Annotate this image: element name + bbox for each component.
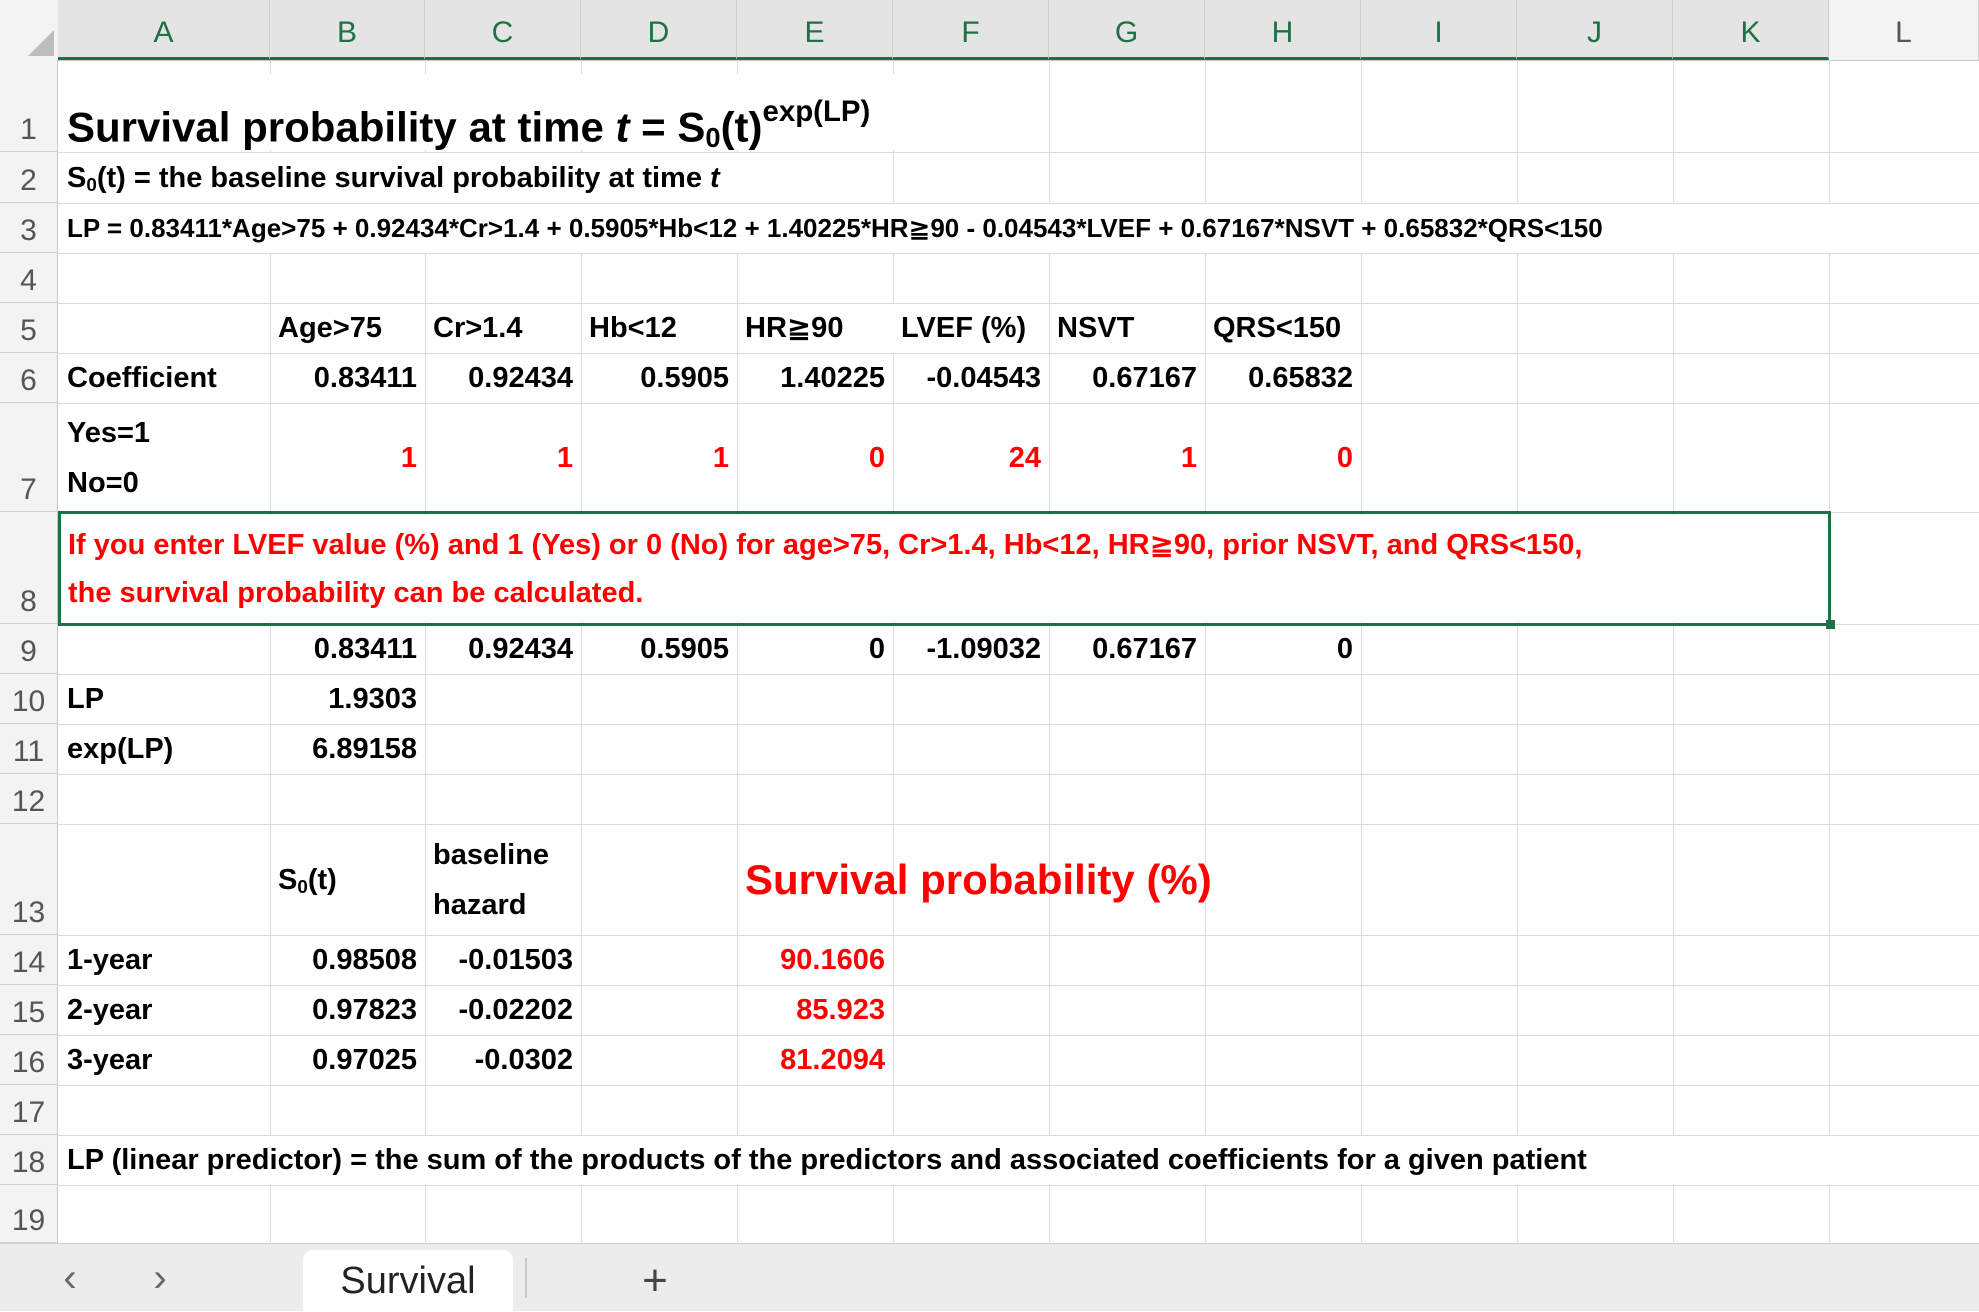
product-lvef[interactable]: -1.09032 <box>893 625 1049 674</box>
row-header-13[interactable]: 13 <box>0 824 58 935</box>
row-header-8[interactable]: 8 <box>0 512 58 624</box>
survival-value-2[interactable]: 85.923 <box>737 986 893 1035</box>
product-qrs[interactable]: 0 <box>1205 625 1361 674</box>
input-qrs[interactable]: 0 <box>1205 404 1361 512</box>
select-all-corner[interactable] <box>0 0 59 60</box>
header-qrs[interactable]: QRS<150 <box>1205 304 1361 353</box>
row-header-2[interactable]: 2 <box>0 152 58 203</box>
fill-handle[interactable] <box>1826 620 1835 629</box>
row-header-1[interactable]: 1 <box>0 60 58 152</box>
s0-value-3[interactable]: 0.97025 <box>270 1036 425 1085</box>
row-header-18[interactable]: 18 <box>0 1135 58 1185</box>
row-header-14[interactable]: 14 <box>0 935 58 985</box>
row-header-9[interactable]: 9 <box>0 624 58 674</box>
tab-divider <box>525 1258 527 1298</box>
lp-definition[interactable]: LP (linear predictor) = the sum of the p… <box>59 1136 1839 1185</box>
header-lvef[interactable]: LVEF (%) <box>893 304 1049 353</box>
coefficient-hr[interactable]: 1.40225 <box>737 354 893 403</box>
header-cr[interactable]: Cr>1.4 <box>425 304 581 353</box>
row-header-3[interactable]: 3 <box>0 203 58 253</box>
exp-lp-value[interactable]: 6.89158 <box>270 725 425 774</box>
no-label: No=0 <box>67 467 139 499</box>
survival-probability-header[interactable]: Survival probability (%) <box>737 825 1257 935</box>
survival-value-3[interactable]: 81.2094 <box>737 1036 893 1085</box>
column-header-f[interactable]: F <box>893 0 1049 60</box>
baseline-hazard-header[interactable]: baseline hazard <box>425 830 581 930</box>
column-header-i[interactable]: I <box>1361 0 1517 60</box>
next-sheet-button[interactable]: › <box>140 1258 180 1298</box>
lp-label[interactable]: LP <box>59 675 270 724</box>
column-header-c[interactable]: C <box>425 0 581 60</box>
hazard-value-2[interactable]: -0.02202 <box>425 986 581 1035</box>
lp-value[interactable]: 1.9303 <box>270 675 425 724</box>
sheet-tab-survival[interactable]: Survival <box>303 1250 513 1311</box>
column-header-d[interactable]: D <box>581 0 737 60</box>
column-header-a[interactable]: A <box>58 0 270 60</box>
survival-value-1[interactable]: 90.1606 <box>737 936 893 985</box>
selection-border <box>58 511 1831 626</box>
row-header-12[interactable]: 12 <box>0 774 58 824</box>
header-hr[interactable]: HR≧90 <box>737 304 893 353</box>
input-cr[interactable]: 1 <box>425 404 581 512</box>
s0-value-1[interactable]: 0.98508 <box>270 936 425 985</box>
lp-formula[interactable]: LP = 0.83411*Age>75 + 0.92434*Cr>1.4 + 0… <box>59 204 1839 253</box>
exp-lp-label[interactable]: exp(LP) <box>59 725 270 774</box>
input-hb[interactable]: 1 <box>581 404 737 512</box>
column-header-e[interactable]: E <box>737 0 893 60</box>
header-nsvt[interactable]: NSVT <box>1049 304 1205 353</box>
coefficient-nsvt[interactable]: 0.67167 <box>1049 354 1205 403</box>
sheet-tab-bar: ‹ › Survival + <box>0 1243 1979 1311</box>
spreadsheet: A B C D E F G H I J K L 1 2 3 4 5 6 7 8 … <box>0 0 1979 1311</box>
header-age[interactable]: Age>75 <box>270 304 426 353</box>
hazard-value-3[interactable]: -0.0302 <box>425 1036 581 1085</box>
row-header-10[interactable]: 10 <box>0 674 58 724</box>
baseline-survival-definition[interactable]: S0(t) = the baseline survival probabilit… <box>59 153 889 203</box>
row-header-19[interactable]: 19 <box>0 1185 58 1243</box>
year-label-3[interactable]: 3-year <box>59 1036 270 1085</box>
column-header-k[interactable]: K <box>1673 0 1829 60</box>
row-header-11[interactable]: 11 <box>0 724 58 774</box>
column-header-l[interactable]: L <box>1829 0 1979 60</box>
column-header-b[interactable]: B <box>270 0 425 60</box>
input-hr[interactable]: 0 <box>737 404 893 512</box>
product-cr[interactable]: 0.92434 <box>425 625 581 674</box>
year-label-1[interactable]: 1-year <box>59 936 270 985</box>
coefficient-lvef[interactable]: -0.04543 <box>893 354 1049 403</box>
header-hb[interactable]: Hb<12 <box>581 304 737 353</box>
input-lvef[interactable]: 24 <box>893 404 1049 512</box>
coefficient-age[interactable]: 0.83411 <box>270 354 425 403</box>
coefficient-cr[interactable]: 0.92434 <box>425 354 581 403</box>
hazard-value-1[interactable]: -0.01503 <box>425 936 581 985</box>
row-header-6[interactable]: 6 <box>0 353 58 403</box>
prev-sheet-button[interactable]: ‹ <box>50 1258 90 1298</box>
column-header-g[interactable]: G <box>1049 0 1205 60</box>
row-header-17[interactable]: 17 <box>0 1085 58 1135</box>
row-header-4[interactable]: 4 <box>0 253 58 303</box>
yes-label: Yes=1 <box>67 417 151 449</box>
coefficient-qrs[interactable]: 0.65832 <box>1205 354 1361 403</box>
input-age[interactable]: 1 <box>270 404 425 512</box>
column-header-bar: A B C D E F G H I J K L <box>0 0 1979 61</box>
product-hr[interactable]: 0 <box>737 625 893 674</box>
column-header-j[interactable]: J <box>1517 0 1673 60</box>
coefficient-label[interactable]: Coefficient <box>59 354 270 403</box>
sheet-title[interactable]: Survival probability at time t = S0(t)ex… <box>59 74 1049 153</box>
s0-header[interactable]: S0(t) <box>270 825 425 935</box>
row-header-7[interactable]: 7 <box>0 403 58 512</box>
row-header-5[interactable]: 5 <box>0 303 58 353</box>
year-label-2[interactable]: 2-year <box>59 986 270 1035</box>
row-header-15[interactable]: 15 <box>0 985 58 1035</box>
s0-value-2[interactable]: 0.97823 <box>270 986 425 1035</box>
coefficient-hb[interactable]: 0.5905 <box>581 354 737 403</box>
add-sheet-button[interactable]: + <box>630 1256 680 1306</box>
row-header-16[interactable]: 16 <box>0 1035 58 1085</box>
product-hb[interactable]: 0.5905 <box>581 625 737 674</box>
product-nsvt[interactable]: 0.67167 <box>1049 625 1205 674</box>
product-age[interactable]: 0.83411 <box>270 625 425 674</box>
column-header-h[interactable]: H <box>1205 0 1361 60</box>
input-nsvt[interactable]: 1 <box>1049 404 1205 512</box>
